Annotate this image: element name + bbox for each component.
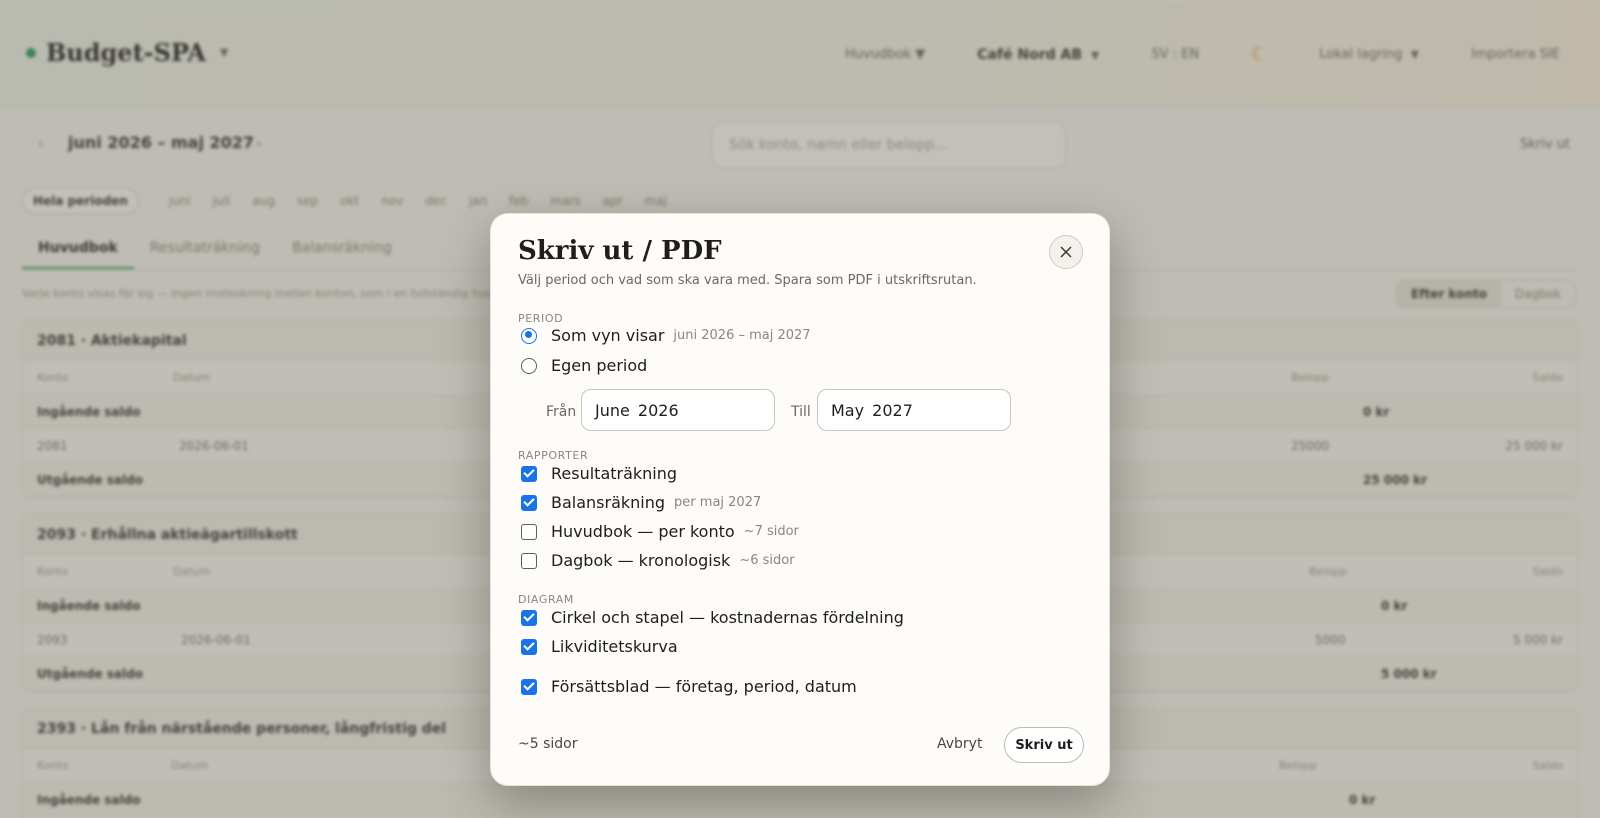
checkbox-checked[interactable] (521, 638, 537, 655)
print-button[interactable]: Skriv ut (1004, 727, 1084, 763)
report-dagbok[interactable]: Dagbok — kronologisk ~6 sidor (521, 551, 795, 570)
report-balansrakning[interactable]: Balansräkning per maj 2027 (521, 493, 761, 512)
period-option-custom[interactable]: Egen period (521, 356, 647, 375)
chart-liquidity-curve[interactable]: Likviditetskurva (521, 637, 678, 656)
cancel-button[interactable]: Avbryt (937, 736, 982, 752)
period-section-label: PERIOD (518, 312, 564, 325)
to-label: Till (791, 404, 811, 420)
checkbox-unchecked[interactable] (521, 523, 537, 540)
to-month-input[interactable]: May 2027 (817, 389, 1011, 431)
report-huvudbok[interactable]: Huvudbok — per konto ~7 sidor (521, 522, 799, 541)
from-label: Från (546, 404, 577, 420)
report-resultatrakning[interactable]: Resultaträkning (521, 464, 677, 483)
radio-unselected[interactable] (521, 357, 537, 374)
page-estimate: ~5 sidor (518, 736, 578, 752)
close-button[interactable] (1049, 235, 1083, 269)
cover-page-option[interactable]: Försättsblad — företag, period, datum (521, 677, 857, 696)
dialog-title: Skriv ut / PDF (518, 236, 722, 266)
close-icon (1060, 246, 1072, 258)
charts-section-label: DIAGRAM (518, 593, 574, 606)
from-month-input[interactable]: June 2026 (581, 389, 775, 431)
reports-section-label: RAPPORTER (518, 449, 589, 462)
radio-selected[interactable] (521, 327, 537, 344)
checkbox-checked[interactable] (521, 678, 537, 695)
period-option-view[interactable]: Som vyn visar juni 2026 – maj 2027 (521, 326, 811, 345)
checkbox-checked[interactable] (521, 609, 537, 626)
print-dialog: Skriv ut / PDF Välj period och vad som s… (490, 213, 1110, 786)
checkbox-checked[interactable] (521, 494, 537, 511)
dialog-subtitle: Välj period och vad som ska vara med. Sp… (518, 273, 977, 288)
chart-cost-distribution[interactable]: Cirkel och stapel — kostnadernas fördeln… (521, 608, 904, 627)
checkbox-unchecked[interactable] (521, 552, 537, 569)
checkbox-checked[interactable] (521, 465, 537, 482)
